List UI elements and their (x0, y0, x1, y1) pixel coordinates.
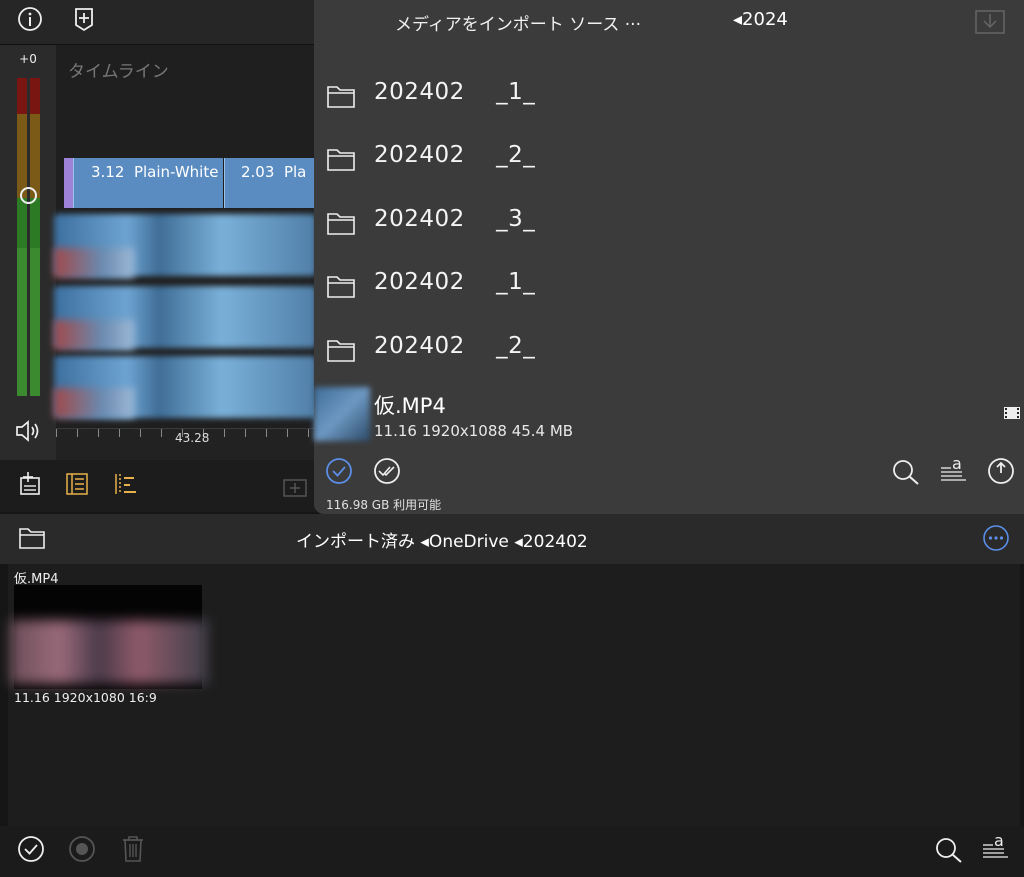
folder-row[interactable]: 202402 _1_ (314, 68, 1024, 128)
volume-knob[interactable] (20, 187, 37, 204)
svg-text:a: a (994, 832, 1004, 850)
folder-row[interactable]: 202402 _3_ (314, 195, 1024, 255)
blurred-track-thumbnail (54, 248, 134, 278)
add-marker-icon[interactable] (71, 6, 97, 32)
blurred-track-thumbnail (54, 320, 134, 350)
clip-start-handle[interactable] (64, 158, 73, 208)
media-file-meta: 11.16 1920x1088 45.4 MB (374, 422, 574, 440)
folder-icon (327, 149, 355, 171)
folder-icon (327, 213, 355, 235)
clip-name: Pla (283, 163, 307, 181)
search-icon[interactable] (891, 458, 921, 486)
more-options-icon[interactable] (982, 524, 1010, 552)
add-track-icon[interactable] (282, 474, 308, 500)
download-icon[interactable] (974, 8, 1006, 36)
folder-row[interactable]: 202402 _2_ (314, 322, 1024, 382)
select-all-icon[interactable] (373, 457, 401, 485)
sort-icon[interactable]: a (940, 455, 968, 485)
ruler-timecode: 43.28 (175, 431, 210, 445)
folder-name: 202402 _3_ (374, 206, 536, 232)
media-thumbnail (314, 387, 370, 441)
speaker-icon[interactable] (14, 418, 42, 444)
film-icon (1004, 407, 1020, 419)
timeline-title: タイムライン (68, 62, 169, 82)
meter-bar-right (30, 78, 40, 396)
folder-icon (327, 340, 355, 362)
folder-name: 202402 _2_ (374, 142, 536, 168)
share-icon[interactable] (987, 457, 1015, 485)
sort-icon[interactable]: a (982, 832, 1010, 862)
info-icon[interactable] (17, 6, 43, 32)
meter-level-label: +0 (19, 52, 37, 66)
folder-name: 202402 _1_ (374, 269, 536, 295)
folder-icon (327, 276, 355, 298)
available-storage: 116.98 GB 利用可能 (326, 498, 442, 512)
record-icon[interactable] (68, 835, 96, 863)
imported-file-meta: 11.16 1920x1080 16:9 (14, 690, 157, 705)
meter-bar-left (17, 78, 27, 396)
clip-duration: 2.03 (241, 163, 275, 181)
folder-row[interactable]: 202402 _1_ (314, 258, 1024, 318)
search-icon[interactable] (934, 836, 964, 864)
import-source-title: メディアをインポート ソース ··· (395, 15, 641, 35)
clip-label: 2.03 Pla (241, 163, 319, 181)
clip-label: 3.12 Plain-White (91, 163, 218, 181)
audio-meter (0, 45, 56, 460)
clip-duration: 3.12 (91, 163, 125, 181)
blurred-track-thumbnail (54, 388, 134, 418)
media-file-name: 仮.MP4 (374, 394, 446, 418)
folder-name: 202402 _1_ (374, 79, 536, 105)
folder-icon[interactable] (18, 526, 46, 550)
folder-name: 202402 _2_ (374, 333, 536, 359)
bottom-toolbar (0, 826, 1024, 877)
clip-name: Plain-White (133, 163, 219, 181)
source-path-breadcrumb[interactable]: ◂2024 (733, 9, 788, 30)
folder-icon (327, 86, 355, 108)
imported-path-title: インポート済み ◂OneDrive ◂202402 (296, 532, 588, 552)
svg-text:a: a (952, 455, 962, 473)
select-icon[interactable] (17, 835, 45, 863)
clip-list-icon[interactable] (64, 471, 90, 497)
add-clip-icon[interactable] (18, 471, 44, 497)
folder-row[interactable]: 202402 _2_ (314, 131, 1024, 191)
select-icon[interactable] (325, 457, 353, 485)
timeline-view-icon[interactable] (112, 471, 138, 497)
timeline-toolbar (0, 460, 320, 512)
trash-icon[interactable] (120, 834, 146, 864)
blurred-thumbnail-content (10, 620, 208, 684)
